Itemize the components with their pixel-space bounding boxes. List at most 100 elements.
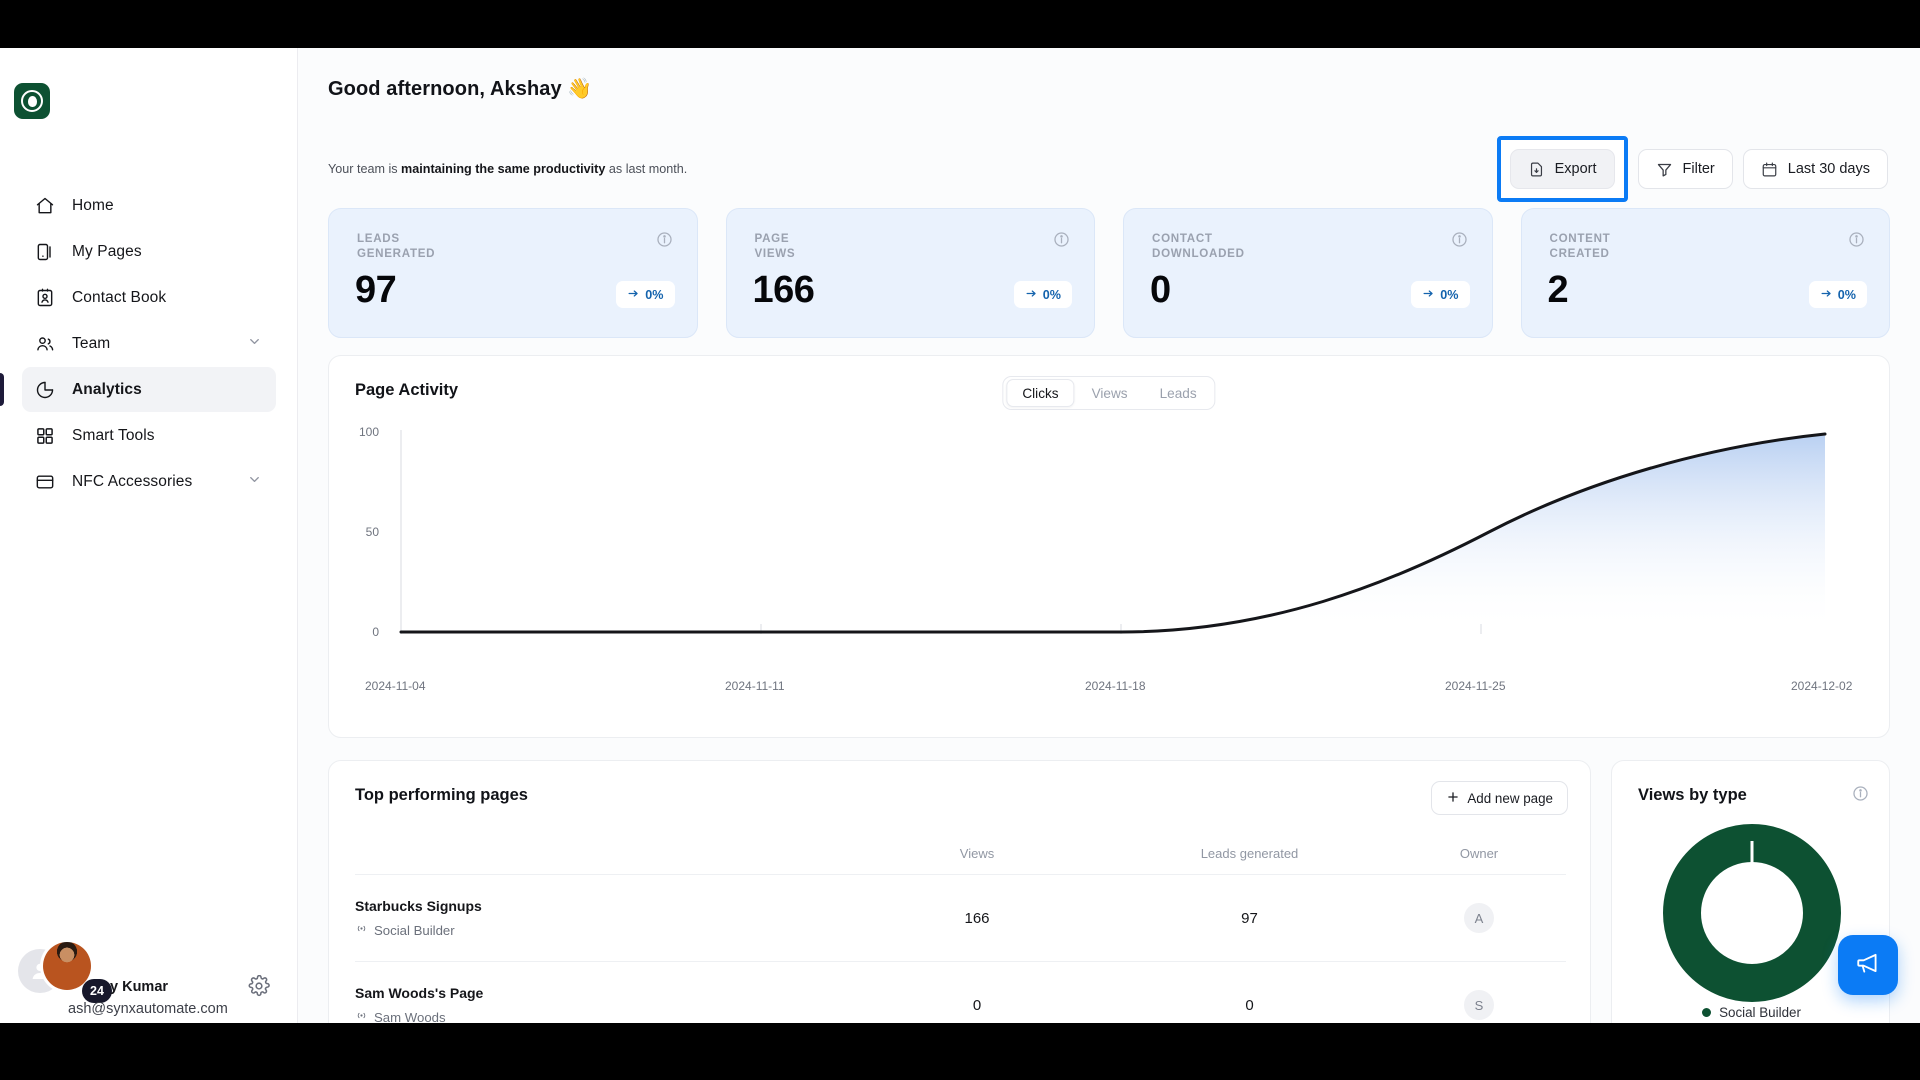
- metric-delta-label: 0%: [645, 287, 664, 302]
- sidebar-item-team[interactable]: Team: [22, 321, 276, 366]
- tab-leads[interactable]: Leads: [1145, 379, 1212, 407]
- trend-flat-arrow-icon: [1820, 287, 1833, 303]
- x-axis-tick-0: 2024-11-04: [365, 679, 426, 693]
- subtitle-emphasis: maintaining the same productivity: [401, 162, 606, 176]
- sidebar-item-my-pages[interactable]: My Pages: [22, 229, 276, 274]
- trend-flat-arrow-icon: [1422, 287, 1435, 303]
- tab-views[interactable]: Views: [1077, 379, 1143, 407]
- activity-tab-group: Clicks Views Leads: [1002, 376, 1216, 410]
- x-axis-tick-3: 2024-11-25: [1445, 679, 1506, 693]
- sidebar-item-label: My Pages: [72, 242, 142, 260]
- export-button[interactable]: Export: [1509, 149, 1615, 189]
- sidebar: Home My Pages Contact Book Team Analytic…: [0, 48, 298, 1023]
- metric-delta-label: 0%: [1440, 287, 1459, 302]
- top-pages-title: Top performing pages: [355, 786, 528, 804]
- screen: Home My Pages Contact Book Team Analytic…: [0, 0, 1920, 1080]
- sidebar-item-label: Analytics: [72, 380, 142, 398]
- sidebar-item-smart-tools[interactable]: Smart Tools: [22, 413, 276, 458]
- add-new-page-button[interactable]: Add new page: [1431, 781, 1568, 815]
- sidebar-item-label: Smart Tools: [72, 426, 155, 444]
- x-axis-tick-1: 2024-11-11: [725, 679, 785, 693]
- metric-card-leads-generated[interactable]: LEADS GENERATED 97 0%: [328, 208, 698, 338]
- pages-icon: [34, 241, 56, 263]
- contact-book-icon: [34, 287, 56, 309]
- trend-flat-arrow-icon: [627, 287, 640, 303]
- sidebar-item-analytics[interactable]: Analytics: [0, 367, 276, 412]
- user-name: y Kumar: [110, 979, 169, 995]
- table-row[interactable]: Sam Woods's Page Sam Woods 0 0 S: [355, 962, 1566, 1023]
- sidebar-user-block[interactable]: 24 y Kumar ash@synxautomate.com: [0, 935, 298, 1017]
- info-icon[interactable]: [1451, 231, 1468, 248]
- smart-tools-icon: [34, 425, 56, 447]
- sidebar-item-label: Contact Book: [72, 288, 167, 306]
- column-header-owner: Owner: [1459, 846, 1499, 861]
- leads-value: 0: [1245, 996, 1254, 1014]
- date-range-label: Last 30 days: [1787, 161, 1870, 177]
- info-icon[interactable]: [1852, 785, 1869, 802]
- sidebar-item-contact-book[interactable]: Contact Book: [22, 275, 276, 320]
- page-cell: Sam Woods's Page Sam Woods: [355, 985, 847, 1023]
- metric-value: 0: [1150, 269, 1171, 311]
- sidebar-item-label: Home: [72, 196, 114, 214]
- metric-card-content-created[interactable]: CONTENT CREATED 2 0%: [1520, 208, 1890, 338]
- main-content: Good afternoon, Akshay 👋 Your team is ma…: [298, 48, 1920, 1023]
- sidebar-item-nfc-accessories[interactable]: NFC Accessories: [22, 459, 276, 504]
- metric-card-page-views[interactable]: PAGE VIEWS 166 0%: [725, 208, 1095, 338]
- browser-viewport: Home My Pages Contact Book Team Analytic…: [0, 48, 1920, 1023]
- top-pages-table: Views Leads generated Owner Starbucks Si…: [355, 833, 1566, 1023]
- add-new-page-label: Add new page: [1467, 790, 1553, 806]
- tab-clicks[interactable]: Clicks: [1006, 379, 1075, 407]
- info-icon[interactable]: [656, 231, 673, 248]
- metric-delta: 0%: [1013, 281, 1072, 308]
- activity-chart-svg: [399, 430, 1827, 634]
- page-activity-title: Page Activity: [355, 381, 459, 399]
- sidebar-nav: Home My Pages Contact Book Team Analytic…: [0, 183, 298, 504]
- metric-title: LEADS GENERATED: [357, 232, 436, 260]
- leads-value: 97: [1241, 909, 1258, 927]
- metric-delta-label: 0%: [1042, 287, 1061, 302]
- page-cell: Starbucks Signups Social Builder: [355, 898, 847, 938]
- sidebar-item-home[interactable]: Home: [22, 183, 276, 228]
- info-icon[interactable]: [1053, 231, 1070, 248]
- x-axis-tick-4: 2024-12-02: [1791, 679, 1853, 693]
- avatar: A: [1464, 903, 1494, 933]
- sidebar-item-label: NFC Accessories: [72, 472, 193, 490]
- nfc-card-icon: [34, 471, 56, 493]
- header-actions: Export Filter Last 30 days: [1496, 136, 1888, 202]
- date-range-button[interactable]: Last 30 days: [1742, 149, 1888, 189]
- column-header-views: Views: [959, 846, 995, 861]
- user-email: ash@synxautomate.com: [68, 1001, 228, 1017]
- views-value: 166: [964, 909, 990, 927]
- metric-delta-label: 0%: [1837, 287, 1856, 302]
- trend-flat-arrow-icon: [1025, 287, 1038, 303]
- info-icon[interactable]: [1848, 231, 1865, 248]
- subtitle-pre: Your team is: [328, 162, 402, 176]
- metric-value: 166: [752, 269, 815, 311]
- filter-button[interactable]: Filter: [1637, 149, 1733, 189]
- metric-cards: LEADS GENERATED 97 0% PAGE VIEWS 166 0% …: [328, 208, 1890, 338]
- plus-icon: [1446, 790, 1460, 807]
- table-row[interactable]: Starbucks Signups Social Builder 166 97 …: [355, 875, 1566, 962]
- export-button-label: Export: [1554, 161, 1597, 177]
- views-value: 0: [972, 996, 982, 1014]
- metric-delta: 0%: [1808, 281, 1867, 308]
- export-file-icon: [1528, 160, 1546, 178]
- metric-title: CONTENT CREATED: [1549, 232, 1611, 260]
- megaphone-icon: [1855, 950, 1881, 981]
- chevron-down-icon: [247, 334, 262, 354]
- gear-icon[interactable]: [248, 974, 270, 997]
- page-source: Social Builder: [355, 922, 847, 938]
- filter-button-label: Filter: [1682, 161, 1715, 177]
- feedback-fab-button[interactable]: [1838, 935, 1898, 995]
- broadcast-icon: [355, 922, 368, 938]
- legend-color-swatch: [1702, 1008, 1712, 1017]
- starbucks-logo[interactable]: [14, 83, 50, 119]
- metric-title: CONTACT DOWNLOADED: [1152, 232, 1245, 260]
- owner-cell: A: [1392, 903, 1566, 933]
- donut-legend: Social Builder: [1612, 1005, 1891, 1020]
- page-name: Sam Woods's Page: [355, 985, 484, 1001]
- page-source-label: Social Builder: [374, 922, 455, 938]
- calendar-icon: [1761, 160, 1779, 178]
- metric-card-contact-downloaded[interactable]: CONTACT DOWNLOADED 0 0%: [1123, 208, 1493, 338]
- notification-badge: 24: [82, 979, 112, 1003]
